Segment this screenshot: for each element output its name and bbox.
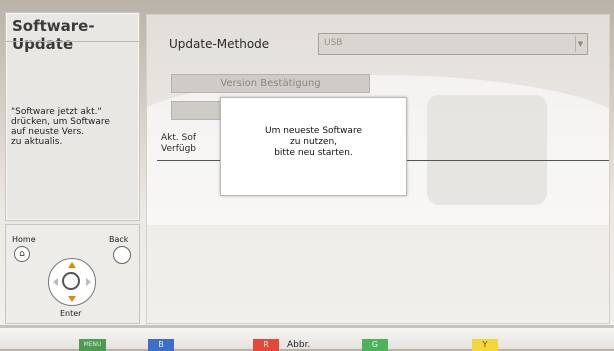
back-label: Back bbox=[109, 235, 129, 244]
remote-hint-panel: Home ⌂ Back Enter bbox=[5, 224, 140, 324]
red-key[interactable]: R bbox=[253, 339, 279, 351]
update-method-label: Update-Methode bbox=[169, 37, 270, 51]
update-method-value: USB bbox=[324, 38, 343, 48]
chevron-down-icon: ▼ bbox=[575, 36, 585, 52]
enter-label: Enter bbox=[60, 309, 82, 318]
background-decoration-2 bbox=[427, 95, 547, 205]
arrow-left-icon bbox=[53, 278, 58, 286]
sidebar-panel: Software-Update "Software jetzt akt." dr… bbox=[5, 12, 140, 221]
arrow-down-icon bbox=[68, 296, 76, 302]
page-title: Software-Update bbox=[12, 17, 95, 53]
cancel-label: Abbr. bbox=[287, 340, 311, 350]
blue-key[interactable]: B bbox=[148, 339, 174, 351]
menu-key[interactable]: MENU bbox=[79, 339, 106, 351]
help-text: "Software jetzt akt." drücken, um Softwa… bbox=[11, 107, 110, 147]
dialog-message: Um neueste Software zu nutzen, bitte neu… bbox=[265, 126, 362, 158]
restart-dialog: Um neueste Software zu nutzen, bitte neu… bbox=[220, 97, 407, 196]
yellow-key[interactable]: Y bbox=[472, 339, 498, 351]
version-confirm-button[interactable]: Version Bestätigung bbox=[171, 74, 370, 93]
home-label: Home bbox=[12, 235, 36, 244]
green-key[interactable]: G bbox=[362, 339, 388, 351]
enter-icon bbox=[62, 272, 80, 290]
update-method-select[interactable]: USB ▼ bbox=[318, 33, 588, 55]
title-divider bbox=[6, 41, 139, 42]
arrow-right-icon bbox=[86, 278, 91, 286]
back-icon bbox=[113, 246, 131, 264]
arrow-up-icon bbox=[68, 262, 76, 268]
home-icon: ⌂ bbox=[14, 246, 30, 262]
dpad-icon bbox=[48, 258, 96, 306]
